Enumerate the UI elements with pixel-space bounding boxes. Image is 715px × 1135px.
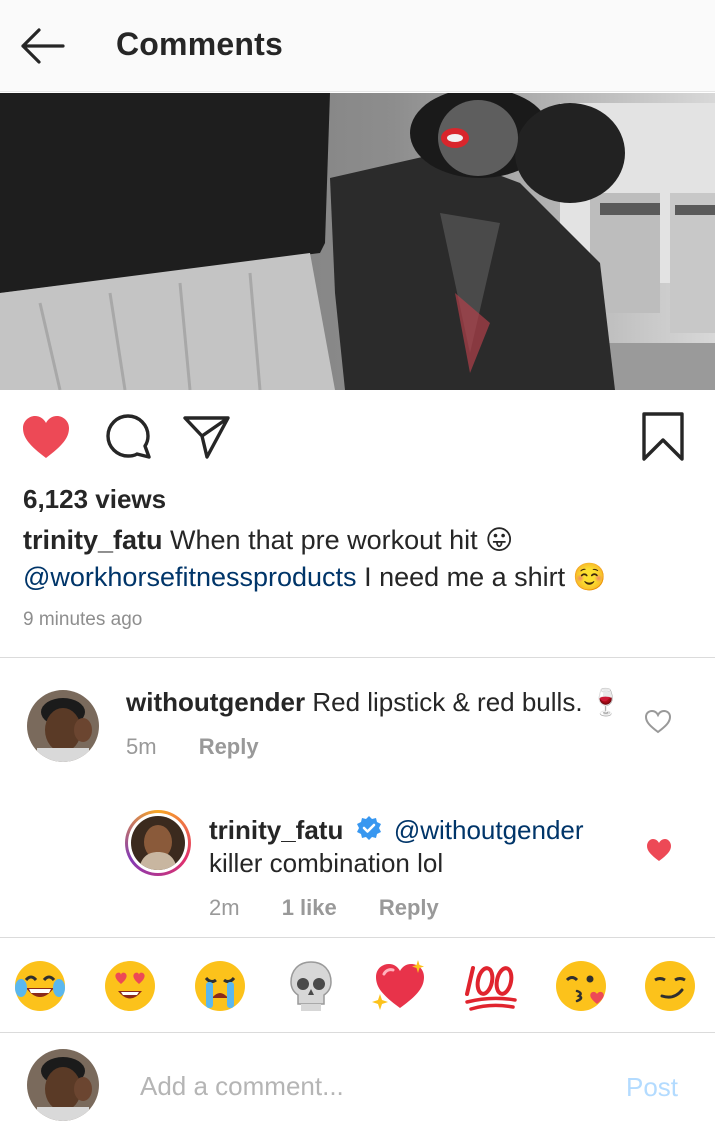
- reply-likes[interactable]: 1 like: [282, 895, 337, 920]
- post-button[interactable]: Post: [626, 1072, 678, 1103]
- bookmark-icon: [642, 412, 684, 461]
- emoji-hundred[interactable]: [463, 958, 519, 1014]
- emoji-crying[interactable]: [192, 958, 248, 1014]
- top-bar: Comments: [0, 0, 715, 92]
- reply-text: killer combination lol: [209, 848, 444, 878]
- reply-body: trinity_fatu @withoutgender killer combi…: [209, 814, 629, 880]
- heart-eyes-icon: [105, 961, 155, 1011]
- caption-mention[interactable]: @workhorsefitnessproducts: [23, 562, 357, 592]
- comment-text: Red lipstick & red bulls. 🍷: [312, 687, 623, 717]
- skull-icon: [290, 961, 332, 1011]
- comment-button[interactable]: [102, 412, 154, 462]
- smirking-face-icon: [645, 961, 695, 1011]
- arrow-left-icon: [21, 28, 65, 64]
- comment-like-button[interactable]: [644, 708, 672, 736]
- comment-input[interactable]: [140, 1064, 600, 1108]
- hundred-points-icon: [465, 966, 517, 1011]
- emoji-heart-eyes[interactable]: [102, 958, 158, 1014]
- avatar: [27, 1049, 99, 1121]
- sparkling-heart-icon: [372, 960, 424, 1010]
- like-button[interactable]: [20, 412, 72, 462]
- heart-outline-icon: [644, 709, 672, 734]
- heart-filled-icon: [647, 839, 671, 861]
- caption-text: When that pre workout hit 😛: [170, 525, 514, 555]
- caption-text-2: I need me a shirt ☺️: [364, 562, 607, 592]
- caption-username[interactable]: trinity_fatu: [23, 525, 163, 555]
- back-button[interactable]: [14, 22, 70, 70]
- heart-filled-icon: [23, 416, 69, 458]
- avatar[interactable]: [27, 690, 99, 762]
- emoji-smirk[interactable]: [642, 958, 698, 1014]
- verified-badge-icon: [356, 816, 381, 840]
- reply-like-button[interactable]: [645, 837, 673, 863]
- comment-time: 5m: [126, 734, 157, 759]
- comment-username[interactable]: withoutgender: [126, 687, 305, 717]
- comment-body: withoutgender Red lipstick & red bulls. …: [126, 686, 626, 719]
- avatar[interactable]: [125, 810, 191, 876]
- save-button[interactable]: [637, 412, 689, 462]
- post-video[interactable]: [0, 93, 715, 390]
- emoji-tears-of-joy[interactable]: [12, 958, 68, 1014]
- comment-composer: Post: [0, 1034, 715, 1135]
- reply-mention[interactable]: @withoutgender: [394, 815, 584, 845]
- post-actions: [0, 390, 715, 480]
- paper-plane-icon: [183, 416, 230, 459]
- reply-button[interactable]: Reply: [199, 734, 259, 759]
- post-timestamp: 9 minutes ago: [23, 609, 143, 630]
- share-button[interactable]: [181, 412, 233, 462]
- tears-of-joy-icon: [15, 961, 65, 1011]
- comment-meta: 5m Reply: [126, 734, 259, 760]
- reply-time: 2m: [209, 895, 240, 920]
- post-caption: trinity_fatu When that pre workout hit 😛…: [23, 522, 703, 596]
- page-title: Comments: [116, 26, 283, 62]
- reply-button[interactable]: Reply: [379, 895, 439, 920]
- divider: [0, 657, 715, 658]
- face-blowing-kiss-icon: [556, 961, 606, 1011]
- reply-username[interactable]: trinity_fatu: [209, 815, 343, 845]
- emoji-kissing-heart[interactable]: [553, 958, 609, 1014]
- loudly-crying-icon: [195, 961, 245, 1011]
- views-count: 6,123 views: [23, 484, 167, 514]
- emoji-sparkling-heart[interactable]: [372, 958, 428, 1014]
- reply-meta: 2m 1 like Reply: [209, 895, 439, 921]
- emoji-quick-bar: [0, 937, 715, 1033]
- speech-bubble-icon: [106, 414, 151, 459]
- emoji-skull[interactable]: [283, 958, 339, 1014]
